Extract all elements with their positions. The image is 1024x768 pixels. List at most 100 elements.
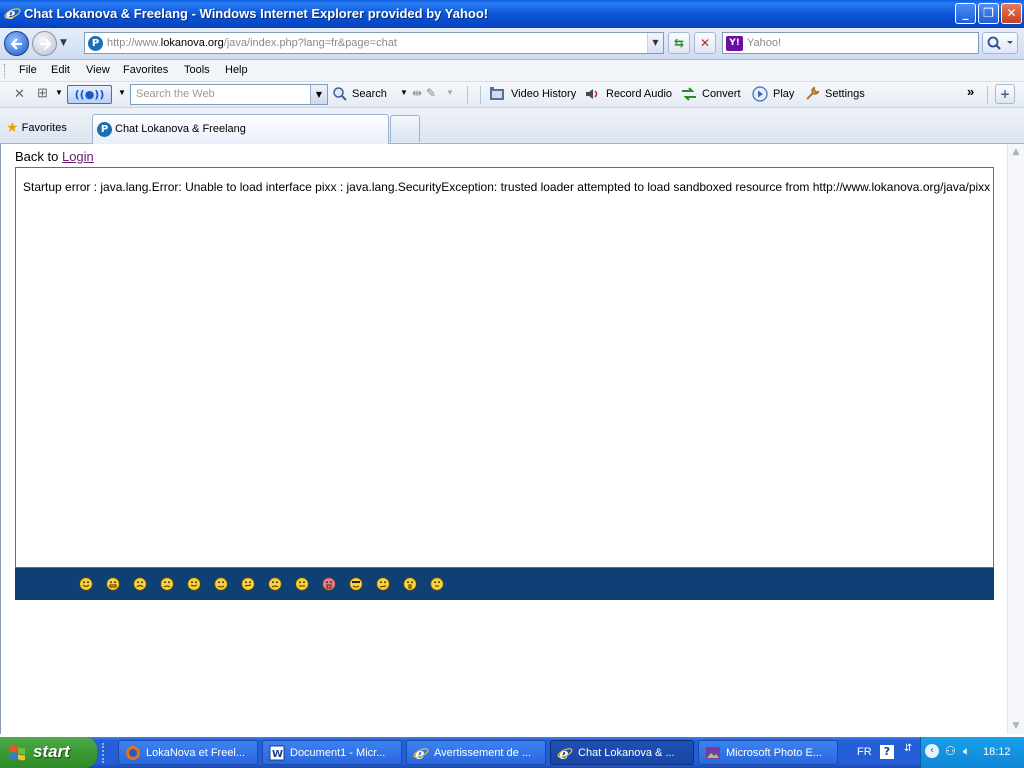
search-button[interactable]: Search: [352, 88, 387, 100]
pen-dropdown[interactable]: ▼: [446, 88, 454, 97]
menu-tools[interactable]: Tools: [184, 64, 210, 76]
toolbar-add-button[interactable]: +: [995, 84, 1015, 104]
pen-icon[interactable]: ✎: [426, 86, 436, 100]
vertical-scrollbar[interactable]: ▲ ▼: [1007, 144, 1024, 734]
taskbar-button[interactable]: LokaNova et Freel...: [118, 740, 258, 765]
convert-icon: [682, 87, 696, 101]
taskbar-button[interactable]: e Avertissement de ...: [406, 740, 546, 765]
toolbar-add-icon[interactable]: ⊞: [37, 85, 48, 101]
back-to-login: Back to Login: [15, 149, 94, 164]
taskbar-button[interactable]: W Document1 - Micr...: [262, 740, 402, 765]
svg-text:W: W: [272, 749, 283, 760]
login-link[interactable]: Login: [62, 149, 94, 164]
back-button[interactable]: [4, 31, 29, 56]
highlight-icon[interactable]: ⇹: [412, 86, 422, 100]
back-arrow-icon: [10, 38, 22, 50]
smiley-angry-icon[interactable]: [160, 577, 174, 591]
ie-icon: e: [4, 5, 21, 22]
toolbar-more-button[interactable]: »: [967, 84, 974, 99]
web-search-dropdown[interactable]: ▼: [310, 85, 327, 104]
smiley-grin-icon[interactable]: [106, 577, 120, 591]
yahoo-icon: Y!: [726, 36, 743, 51]
menu-help[interactable]: Help: [225, 64, 248, 76]
volume-icon[interactable]: 🔈︎: [963, 744, 970, 759]
taskbar-button[interactable]: Microsoft Photo E...: [698, 740, 838, 765]
smiley-sad-icon[interactable]: [133, 577, 147, 591]
favorites-button[interactable]: ★ Favorites: [6, 118, 67, 135]
radio-dropdown[interactable]: ▼: [118, 88, 126, 97]
search-dropdown[interactable]: ▼: [400, 88, 408, 97]
smiley-smile-icon[interactable]: [79, 577, 93, 591]
record-audio-button[interactable]: Record Audio: [606, 88, 672, 100]
minimize-button[interactable]: _: [955, 3, 976, 24]
refresh-button[interactable]: ⇆: [668, 32, 690, 54]
favorites-label: Favorites: [21, 122, 67, 134]
language-bar-icon[interactable]: ⇵: [904, 743, 912, 754]
address-row: ▼ P http://www.lokanova.org/java/index.p…: [0, 28, 1024, 60]
search-icon: [333, 87, 347, 101]
maximize-button[interactable]: ❐: [978, 3, 999, 24]
toolbar-separator: [480, 86, 481, 104]
smiley-wink-icon[interactable]: [214, 577, 228, 591]
smiley-red-face-icon[interactable]: [322, 577, 336, 591]
speaker-icon: [586, 89, 598, 99]
word-icon: W: [269, 745, 285, 761]
web-search-placeholder: Search the Web: [136, 88, 215, 100]
convert-button[interactable]: Convert: [702, 88, 741, 100]
settings-button[interactable]: Settings: [825, 88, 865, 100]
svg-text:e: e: [6, 5, 16, 22]
radio-button[interactable]: ((●)): [67, 85, 112, 104]
language-indicator[interactable]: FR: [857, 746, 872, 758]
menu-bar: File Edit View Favorites Tools Help: [0, 60, 1024, 82]
taskbar-button[interactable]: e Chat Lokanova & ...: [550, 740, 694, 765]
system-tray: ‹ ⚇ 🔈︎ 18:12: [920, 737, 1024, 768]
tab-chat-lokanova[interactable]: P Chat Lokanova & Freelang: [92, 114, 389, 144]
search-go-button[interactable]: [982, 32, 1018, 54]
taskbar-button-label: LokaNova et Freel...: [146, 747, 246, 759]
clock: 18:12: [983, 746, 1011, 758]
recent-pages-dropdown[interactable]: ▼: [60, 38, 72, 50]
menu-file[interactable]: File: [19, 64, 37, 76]
taskbar-button-label: Document1 - Micr...: [290, 747, 386, 759]
smiley-roll-eyes-icon[interactable]: [430, 577, 444, 591]
tab-label: Chat Lokanova & Freelang: [115, 123, 246, 135]
smiley-annoyed-icon[interactable]: [295, 577, 309, 591]
scroll-down-arrow[interactable]: ▼: [1008, 718, 1024, 734]
forward-button[interactable]: [32, 31, 57, 56]
yahoo-search-field[interactable]: Y! Yahoo!: [722, 32, 979, 54]
address-dropdown[interactable]: ▼: [647, 33, 663, 53]
window-title: Chat Lokanova & Freelang - Windows Inter…: [24, 6, 489, 21]
quick-launch-grip: [102, 743, 112, 763]
smiley-confused-icon[interactable]: [241, 577, 255, 591]
photo-editor-icon: [706, 747, 720, 759]
menu-view[interactable]: View: [86, 64, 110, 76]
stop-button[interactable]: ✕: [694, 32, 716, 54]
url-text: http://www.lokanova.org/java/index.php?l…: [107, 37, 397, 49]
startup-error-message: Startup error : java.lang.Error: Unable …: [23, 180, 991, 194]
video-history-button[interactable]: Video History: [511, 88, 576, 100]
play-button[interactable]: Play: [773, 88, 794, 100]
help-icon[interactable]: ?: [880, 745, 894, 759]
smiley-tongue-icon[interactable]: [187, 577, 201, 591]
close-button[interactable]: ✕: [1001, 3, 1022, 24]
tray-expand-icon[interactable]: ‹: [925, 744, 939, 758]
taskbar: start LokaNova et Freel... W Document1 - M…: [0, 737, 1024, 768]
toolbar-add-dropdown[interactable]: ▼: [55, 88, 63, 97]
wrench-icon: [806, 86, 820, 100]
ie-icon: e: [413, 745, 429, 761]
smiley-mad-icon[interactable]: [376, 577, 390, 591]
menu-edit[interactable]: Edit: [51, 64, 70, 76]
start-button[interactable]: start: [0, 737, 97, 768]
menu-favorites[interactable]: Favorites: [123, 64, 168, 76]
smiley-cool-icon[interactable]: [349, 577, 363, 591]
page-content: Back to Login Startup error : java.lang.…: [0, 144, 1024, 734]
smiley-surprised-icon[interactable]: [403, 577, 417, 591]
web-search-field[interactable]: Search the Web ▼: [130, 84, 328, 105]
address-field[interactable]: P http://www.lokanova.org/java/index.php…: [84, 32, 664, 54]
network-icon[interactable]: ⚇: [945, 744, 956, 758]
tab-bar: ★ Favorites P Chat Lokanova & Freelang: [0, 108, 1024, 144]
scroll-up-arrow[interactable]: ▲: [1008, 144, 1024, 160]
toolbar-close-icon[interactable]: ✕: [14, 86, 25, 102]
new-tab-button[interactable]: [390, 115, 420, 142]
smiley-cry-icon[interactable]: [268, 577, 282, 591]
